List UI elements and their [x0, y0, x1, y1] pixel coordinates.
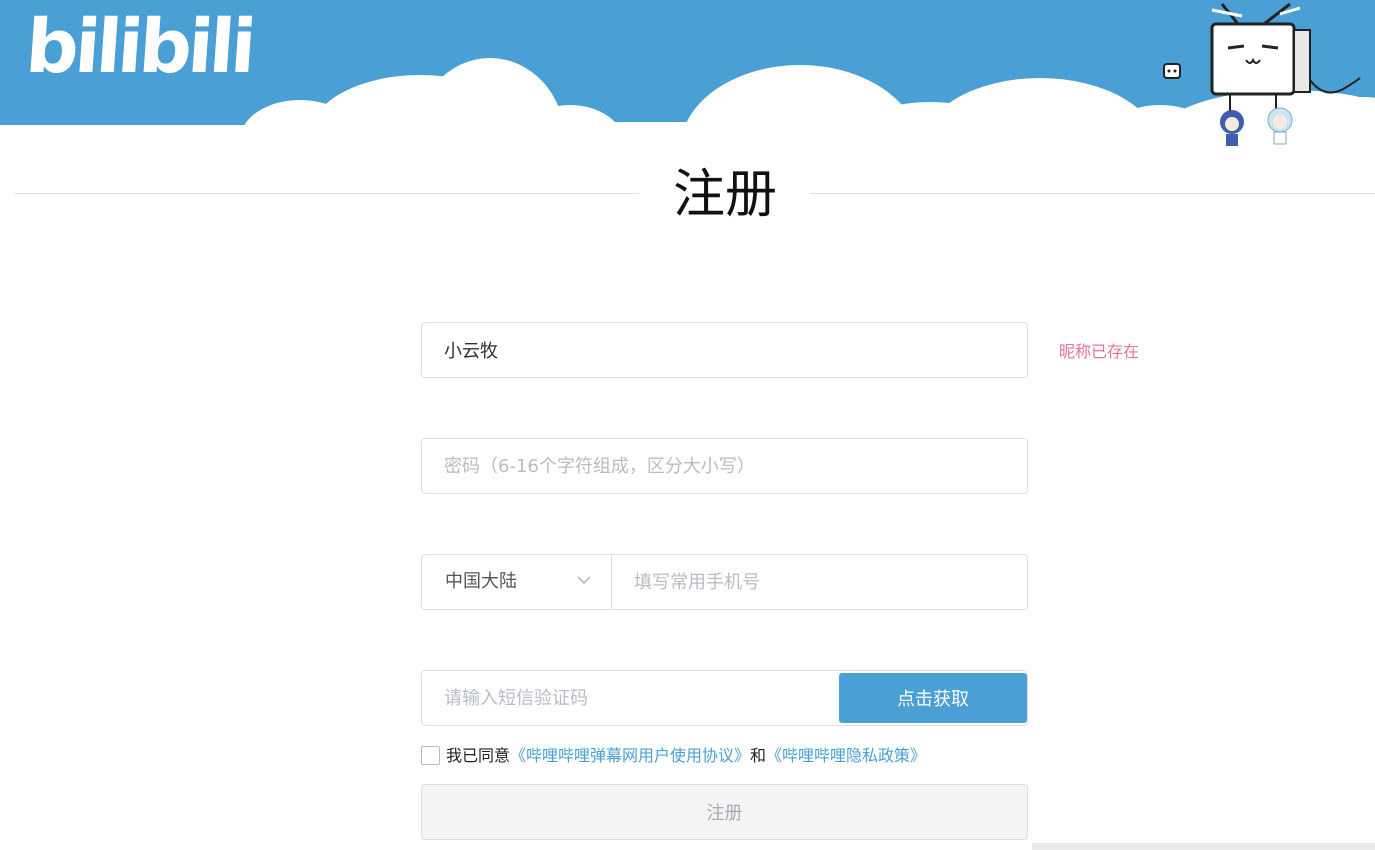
tv-mascot-icon [1163, 2, 1361, 146]
password-input[interactable] [422, 439, 1027, 493]
page-title-row: 注册 [14, 160, 1375, 230]
phone-number-input[interactable] [612, 555, 1027, 609]
password-field [421, 438, 1028, 494]
register-page: bilibili 注册 昵称已存 [0, 0, 1375, 850]
region-select-value: 中国大陆 [445, 571, 517, 592]
region-select[interactable]: 中国大陆 [422, 555, 612, 609]
nickname-field [421, 322, 1028, 378]
nickname-error-message: 昵称已存在 [1059, 342, 1140, 361]
bottom-scroll-strip [1032, 843, 1375, 850]
get-sms-code-button[interactable]: 点击获取 [839, 673, 1027, 723]
privacy-policy-link[interactable]: 《哔哩哔哩隐私政策》 [766, 746, 926, 765]
sms-code-field: 点击获取 [421, 670, 1028, 726]
agreement-prefix: 我已同意 [446, 746, 511, 765]
title-divider-left [14, 193, 639, 194]
agreement-conjunction: 和 [750, 746, 767, 765]
register-submit-button[interactable]: 注册 [421, 784, 1028, 840]
user-agreement-link[interactable]: 《哔哩哔哩弹幕网用户使用协议》 [510, 746, 750, 765]
bilibili-logo[interactable]: bilibili [23, 4, 255, 90]
chevron-down-icon [577, 576, 591, 585]
agreement-checkbox[interactable] [421, 745, 440, 765]
nickname-input[interactable] [422, 323, 1027, 377]
sms-code-input[interactable] [422, 671, 839, 725]
phone-field: 中国大陆 [421, 554, 1028, 610]
agreement-row: 我已同意《哔哩哔哩弹幕网用户使用协议》和《哔哩哔哩隐私政策》 [421, 744, 926, 768]
page-title: 注册 [672, 165, 777, 225]
title-divider-right [810, 193, 1375, 194]
